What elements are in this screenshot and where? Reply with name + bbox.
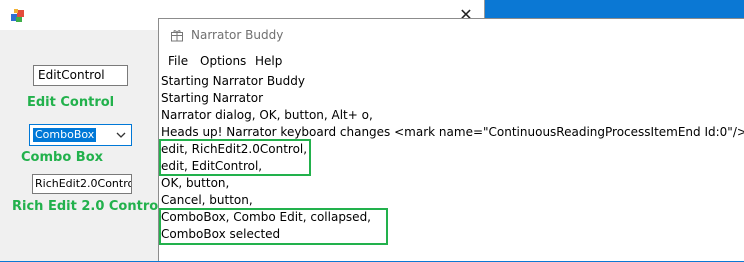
window-title: Narrator Buddy [191, 28, 284, 42]
log-line: Starting Narrator [161, 91, 264, 105]
highlight-box-combo-announcements [159, 208, 388, 245]
log-line: Heads up! Narrator keyboard changes <mar… [161, 125, 744, 139]
gift-icon [171, 30, 183, 42]
edit-control-label: Edit Control [27, 95, 115, 110]
narrator-log[interactable]: Starting Narrator Buddy Starting Narrato… [159, 71, 744, 262]
narrator-buddy-window: Narrator Buddy File Options Help Startin… [158, 18, 744, 261]
rich-edit-label: Rich Edit 2.0 Control [12, 199, 163, 214]
menu-help[interactable]: Help [255, 54, 282, 68]
menu-bar: File Options Help [159, 51, 744, 71]
menu-options[interactable]: Options [200, 54, 246, 68]
app-icon [11, 9, 24, 22]
narrator-buddy-titlebar: Narrator Buddy [159, 19, 744, 51]
rich-edit-input[interactable]: RichEdit2.0Control [32, 174, 132, 194]
combo-box[interactable]: ComboBox [29, 124, 132, 146]
log-line: OK, button, [161, 176, 230, 190]
chevron-down-icon[interactable] [115, 127, 127, 143]
log-line: Cancel, button, [161, 193, 253, 207]
log-line: Narrator dialog, OK, button, Alt+ o, [161, 108, 373, 122]
combo-box-label: Combo Box [21, 150, 104, 165]
menu-file[interactable]: File [168, 54, 188, 68]
combo-box-value: ComboBox [33, 128, 97, 142]
highlight-box-edit-announcements [159, 139, 311, 176]
log-line: Starting Narrator Buddy [161, 74, 305, 88]
edit-control-input[interactable]: EditControl [33, 65, 128, 86]
